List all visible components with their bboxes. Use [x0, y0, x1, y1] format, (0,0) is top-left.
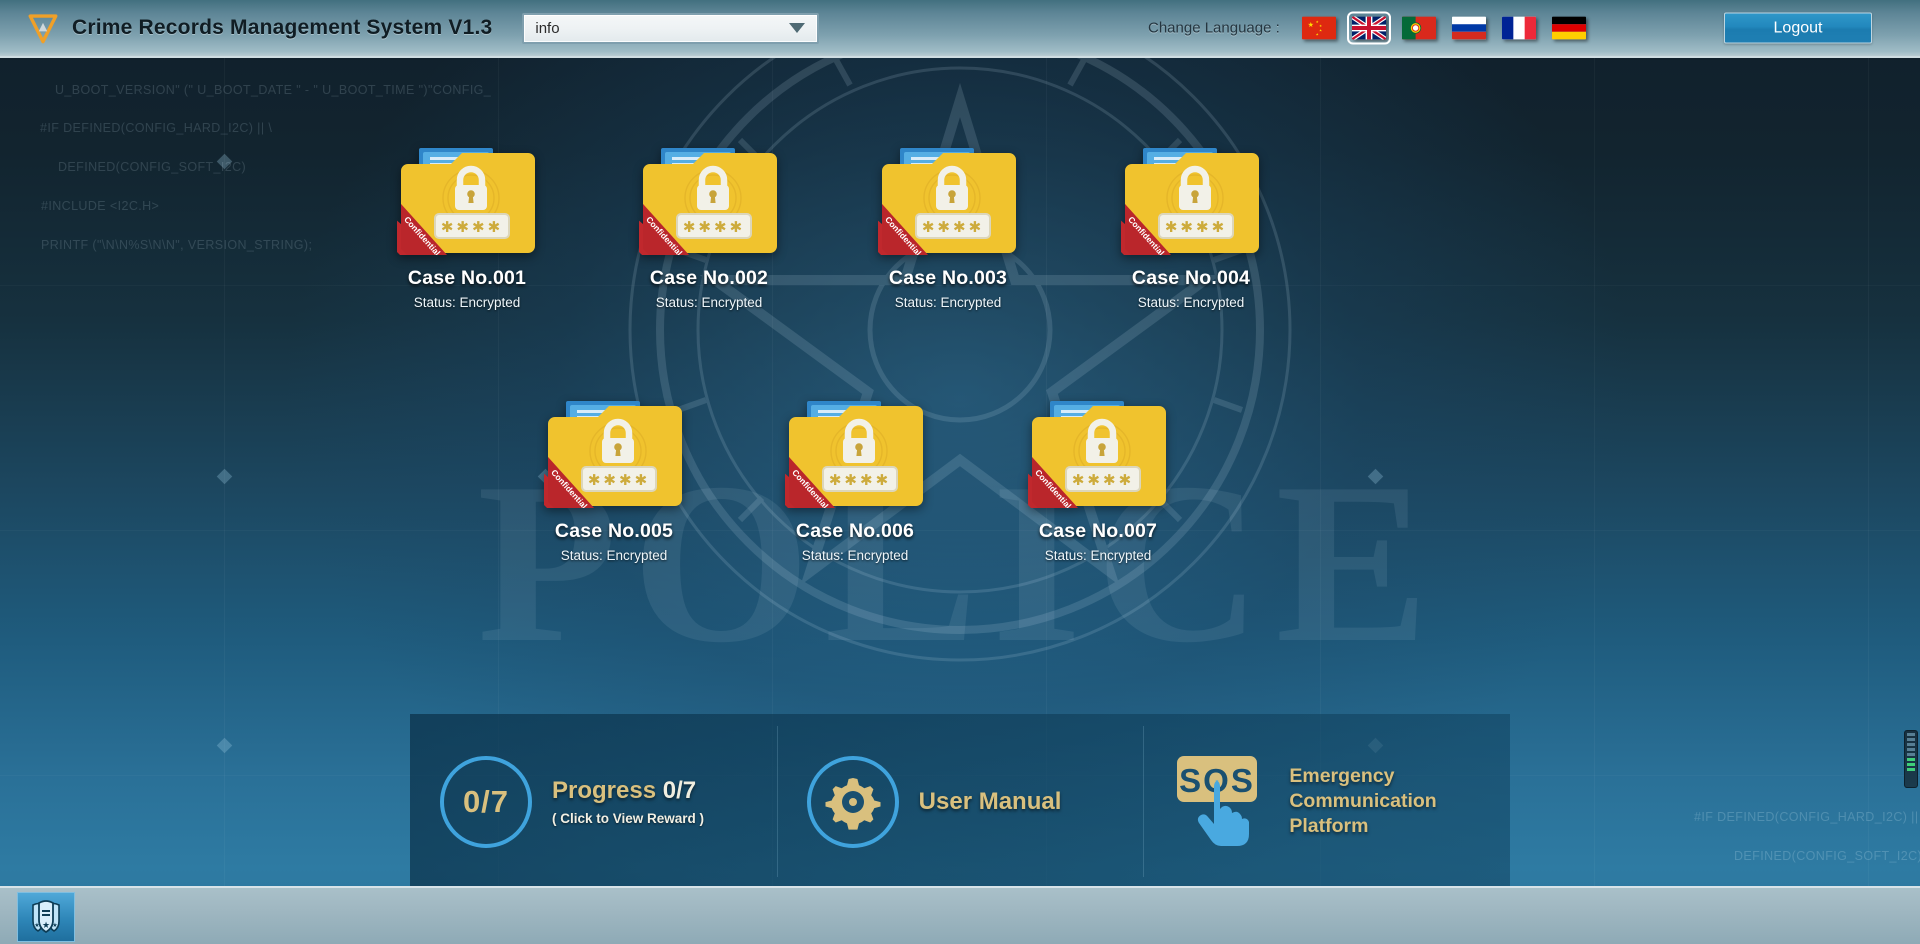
case-folder-icon: ✱✱✱✱ Confidential [878, 148, 1016, 255]
background-code-line: #IF DEFINED(CONFIG_HARD_I2C) || \ [1694, 810, 1920, 824]
case-file-item[interactable]: ✱✱✱✱ Confidential Case No.003 Status: Enc… [853, 142, 1043, 310]
svg-text:✱✱✱✱: ✱✱✱✱ [1072, 472, 1134, 489]
svg-text:★: ★ [34, 922, 39, 929]
case-status: Status: Encrypted [560, 548, 668, 563]
case-folder-icon: ✱✱✱✱ Confidential [544, 401, 682, 508]
case-file-grid: ✱✱✱✱ Confidential Case No.001 Status: Enc… [0, 58, 1920, 708]
desktop-background: POLICE U_BOOT_VERSION" (" U_BOOT_DATE " … [0, 0, 1920, 944]
svg-text:✱✱✱✱: ✱✱✱✱ [588, 472, 650, 489]
chevron-down-icon [789, 23, 806, 33]
edge-indicator-bar [1907, 748, 1915, 751]
svg-text:✱✱✱✱: ✱✱✱✱ [1165, 219, 1227, 236]
change-language-label: Change Language : [1148, 19, 1280, 37]
flag-germany[interactable] [1551, 16, 1586, 40]
emergency-line-1: Emergency [1289, 765, 1395, 788]
case-title: Case No.003 [888, 267, 1008, 289]
case-file-item[interactable]: ✱✱✱✱ Confidential Case No.002 Status: Enc… [614, 142, 804, 310]
user-manual-label: User Manual [918, 787, 1062, 815]
case-folder-icon: ✱✱✱✱ Confidential [1121, 148, 1259, 255]
edge-indicator-bar [1907, 738, 1915, 741]
emergency-cell[interactable]: SOS Emergency Communication Platform [1143, 714, 1510, 889]
svg-text:★: ★ [1315, 32, 1318, 36]
progress-cell[interactable]: 0/7 Progress 0/7 ( Click to View Reward … [410, 714, 777, 889]
emergency-label: Emergency Communication Platform [1289, 764, 1436, 839]
page-title: Crime Records Management System V1.3 [72, 16, 493, 39]
case-status: Status: Encrypted [801, 548, 909, 563]
svg-text:★: ★ [1307, 21, 1313, 29]
case-file-item[interactable]: ✱✱✱✱ Confidential Case No.001 Status: Enc… [372, 142, 562, 310]
progress-sub-label: ( Click to View Reward ) [552, 811, 705, 826]
edge-indicator-bar-active [1907, 758, 1915, 761]
progress-headline-value: 0/7 [662, 777, 697, 804]
edge-indicator-strip[interactable] [1904, 730, 1918, 788]
taskbar: ★ ★ ★ [0, 886, 1920, 944]
app-header: Crime Records Management System V1.3 inf… [0, 0, 1920, 58]
case-title: Case No.006 [795, 520, 915, 542]
case-status: Status: Encrypted [894, 295, 1002, 310]
svg-text:★: ★ [52, 922, 57, 929]
svg-text:✱✱✱✱: ✱✱✱✱ [922, 219, 984, 236]
grid-diamond [216, 737, 233, 754]
police-badge-icon: ★ ★ ★ [32, 900, 60, 934]
case-status: Status: Encrypted [655, 295, 763, 310]
svg-text:✱✱✱✱: ✱✱✱✱ [441, 219, 503, 236]
case-status: Status: Encrypted [1137, 295, 1245, 310]
shield-triangle-logo-icon [28, 14, 58, 44]
svg-text:★: ★ [1319, 24, 1322, 28]
info-select[interactable]: info [522, 12, 820, 44]
edge-indicator-bar [1907, 743, 1915, 746]
progress-headline: Progress 0/7 [552, 777, 704, 805]
case-folder-icon: ✱✱✱✱ Confidential [397, 148, 535, 255]
edge-indicator-bar [1907, 733, 1915, 736]
emergency-line-2: Communication [1289, 790, 1437, 813]
case-file-item[interactable]: ✱✱✱✱ Confidential Case No.005 Status: Enc… [519, 395, 709, 563]
user-manual-ring [806, 755, 899, 848]
case-title: Case No.005 [554, 520, 674, 542]
svg-text:✱✱✱✱: ✱✱✱✱ [829, 472, 891, 489]
edge-indicator-bar-active [1907, 763, 1915, 766]
edge-indicator-bar [1907, 753, 1915, 756]
sos-hand-icon: SOS [1177, 755, 1258, 846]
flag-russia[interactable] [1451, 16, 1486, 40]
gear-icon [825, 777, 881, 830]
flag-china[interactable]: ★ ★ ★ ★ ★ [1301, 16, 1336, 40]
case-folder-icon: ✱✱✱✱ Confidential [1028, 401, 1166, 508]
case-status: Status: Encrypted [1044, 548, 1152, 563]
background-code-line: DEFINED(CONFIG_SOFT_I2C) [1734, 849, 1920, 863]
case-title: Case No.001 [407, 267, 527, 289]
progress-headline-label: Progress [552, 777, 657, 804]
svg-text:✱✱✱✱: ✱✱✱✱ [683, 219, 745, 236]
case-status: Status: Encrypted [413, 295, 521, 310]
user-manual-cell[interactable]: User Manual [776, 714, 1144, 889]
svg-text:★: ★ [42, 920, 50, 930]
logout-button[interactable]: Logout [1724, 12, 1872, 44]
flag-portugal[interactable] [1401, 16, 1436, 40]
case-title: Case No.002 [649, 267, 769, 289]
progress-ring: 0/7 [440, 755, 532, 848]
svg-text:★: ★ [1319, 28, 1322, 32]
case-file-item[interactable]: ✱✱✱✱ Confidential Case No.004 Status: Enc… [1096, 142, 1286, 310]
case-folder-icon: ✱✱✱✱ Confidential [639, 148, 777, 255]
emergency-line-3: Platform [1289, 814, 1369, 837]
language-switcher: Change Language : ★ ★ ★ ★ ★ [1148, 11, 1594, 45]
case-folder-icon: ✱✱✱✱ Confidential [785, 401, 923, 508]
case-title: Case No.007 [1038, 520, 1158, 542]
case-file-item[interactable]: ✱✱✱✱ Confidential Case No.007 Status: Enc… [1003, 395, 1193, 563]
info-select-value: info [535, 19, 560, 37]
progress-ring-value: 0/7 [462, 783, 510, 819]
flag-united-kingdom[interactable] [1346, 11, 1391, 45]
taskbar-app-button[interactable]: ★ ★ ★ [17, 892, 75, 942]
case-file-item[interactable]: ✱✱✱✱ Confidential Case No.006 Status: Enc… [760, 395, 950, 563]
bottom-action-panel: 0/7 Progress 0/7 ( Click to View Reward … [410, 714, 1510, 889]
edge-indicator-bar-active [1907, 768, 1915, 771]
flag-france[interactable] [1501, 16, 1536, 40]
case-title: Case No.004 [1131, 267, 1251, 289]
